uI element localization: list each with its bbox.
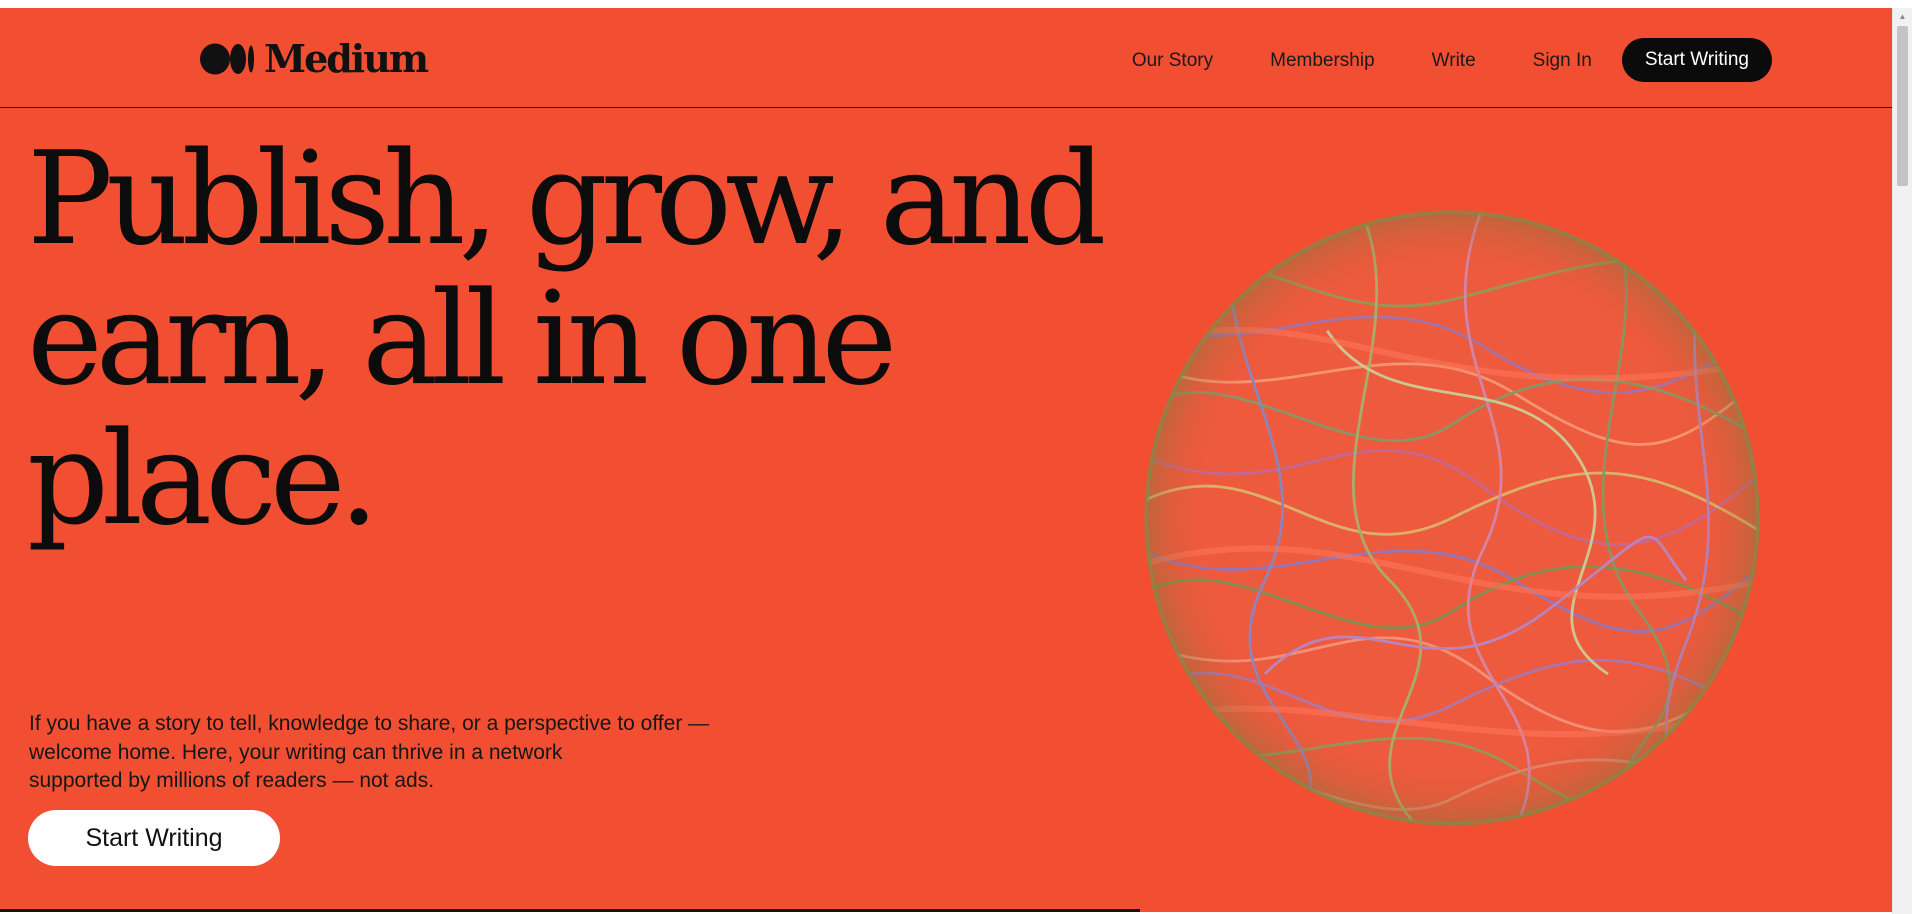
hero-headline-line-1: Publish, grow, and: [27, 125, 1106, 274]
hero-subtext-line-3: supported by millions of readers — not a…: [29, 769, 435, 792]
medium-logo-icon: [200, 43, 254, 75]
page-scrollbar[interactable]: ▲: [1892, 8, 1912, 914]
nav-start-writing-button[interactable]: Start Writing: [1621, 38, 1772, 82]
scroll-up-arrow-icon[interactable]: ▲: [1893, 8, 1912, 24]
hero-subtext: If you have a story to tell, knowledge t…: [29, 710, 789, 796]
hero-headline-line-2: earn, all in one: [27, 265, 897, 414]
nav-sign-in[interactable]: Sign In: [1533, 51, 1592, 70]
section-divider: [0, 909, 1140, 912]
marbled-sphere-illustration: [1144, 210, 1760, 826]
hero-headline-line-3: place.: [27, 405, 379, 554]
main-nav: Our Story Membership Write Sign In Start…: [1132, 38, 1772, 82]
nav-write[interactable]: Write: [1432, 51, 1476, 70]
page: Medium Our Story Membership Write Sign I…: [0, 8, 1892, 912]
top-header: Medium Our Story Membership Write Sign I…: [0, 8, 1892, 108]
hero-start-writing-button[interactable]: Start Writing: [28, 810, 280, 866]
scrollbar-thumb[interactable]: [1897, 26, 1908, 186]
hero-headline: Publish, grow, and earn, all in one plac…: [27, 130, 1147, 550]
medium-logo[interactable]: Medium: [200, 36, 429, 81]
logo-wordmark: Medium: [264, 36, 429, 81]
hero-subtext-line-1: If you have a story to tell, knowledge t…: [29, 712, 710, 735]
nav-membership[interactable]: Membership: [1270, 51, 1375, 70]
hero-subtext-line-2: welcome home. Here, your writing can thr…: [29, 740, 563, 764]
nav-our-story[interactable]: Our Story: [1132, 51, 1213, 70]
